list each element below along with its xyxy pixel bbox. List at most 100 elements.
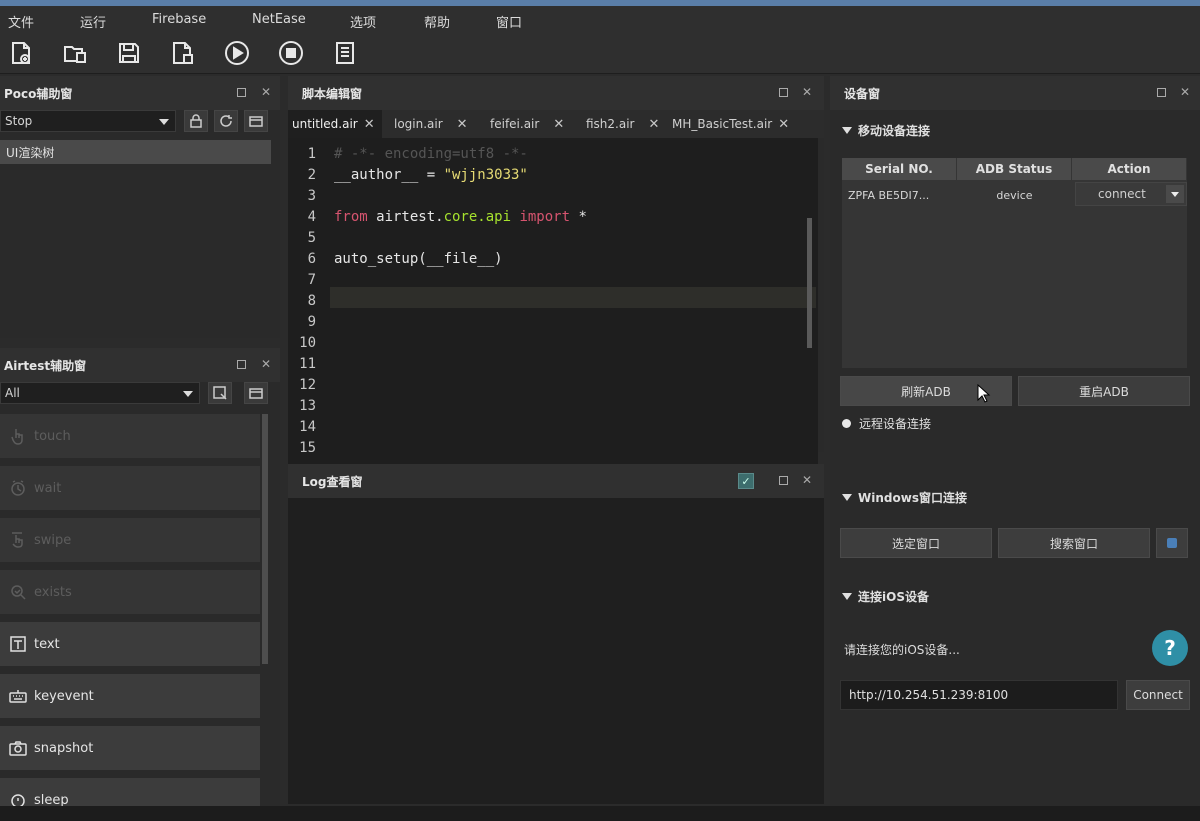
column-adb-status[interactable]: ADB Status [957,158,1072,180]
ios-section-toggle[interactable]: 连接iOS设备 [842,588,929,605]
tab-label: MH_BasicTest.air [672,117,773,131]
menu-run[interactable]: 运行 [80,12,106,31]
tab-mh-basictest[interactable]: MH_BasicTest.air ✕ [668,110,808,138]
device-action-value: connect [1098,187,1146,201]
code-keyword: from [334,209,368,225]
close-icon[interactable]: ✕ [457,117,468,132]
api-item-snapshot[interactable]: snapshot [0,726,260,774]
search-window-button[interactable]: 搜索窗口 [998,528,1150,558]
api-item-label: swipe [34,532,72,548]
touch-icon [8,426,28,446]
lock-icon[interactable] [184,110,208,132]
device-panel-title: 设备窗 [844,86,881,101]
log-output[interactable] [288,498,824,804]
menubar: 文件 运行 Firebase NetEase 选项 帮助 窗口 [0,6,1200,34]
menu-firebase[interactable]: Firebase [152,12,206,27]
api-item-text[interactable]: text [0,622,260,670]
select-window-button[interactable]: 选定窗口 [840,528,992,558]
tab-label: untitled.air [292,117,358,131]
windows-section-toggle[interactable]: Windows窗口连接 [842,489,967,506]
restart-adb-button[interactable]: 重启ADB [1018,376,1190,406]
airtest-filter-select[interactable]: All [0,382,200,404]
run-icon[interactable] [222,38,252,68]
tab-label: fish2.air [586,117,635,131]
triangle-down-icon [842,494,852,501]
help-icon[interactable]: ? [1152,630,1188,666]
report-icon[interactable] [330,38,360,68]
line-number: 8 [307,293,316,309]
float-icon[interactable] [234,357,248,371]
ios-connect-button[interactable]: Connect [1126,680,1190,710]
api-item-touch[interactable]: touch [0,414,260,462]
filter-checkbox-icon[interactable]: ✓ [738,473,754,489]
magnifier-icon [8,582,28,602]
refresh-icon[interactable] [214,110,238,132]
poco-panel: Poco辅助窗 ✕ Stop UI渲染树 [0,76,280,338]
screenshot-icon[interactable] [244,110,268,132]
menu-window[interactable]: 窗口 [496,12,522,31]
poco-mode-select[interactable]: Stop [0,110,176,132]
line-number: 13 [299,398,316,414]
timer-icon [8,790,28,806]
airtest-filter-value: All [5,386,20,400]
menu-options[interactable]: 选项 [350,12,376,31]
float-icon[interactable] [1154,85,1168,99]
record-icon[interactable] [208,382,232,404]
api-item-keyevent[interactable]: keyevent [0,674,260,722]
close-icon[interactable]: ✕ [1178,85,1192,99]
chevron-down-icon [159,119,169,125]
close-icon[interactable]: ✕ [778,117,789,132]
editor-scrollbar[interactable] [807,218,812,348]
api-item-swipe[interactable]: swipe [0,518,260,566]
camera-icon [8,738,28,758]
tab-login[interactable]: login.air ✕ [390,110,478,138]
device-action-select[interactable]: connect [1075,182,1187,206]
editor-tabbar: untitled.air ✕ login.air ✕ feifei.air ✕ fis… [288,110,824,138]
menu-help[interactable]: 帮助 [424,12,450,31]
close-icon[interactable]: ✕ [364,117,375,132]
ios-prompt: 请连接您的iOS设备... [844,643,960,657]
tab-untitled[interactable]: untitled.air ✕ [288,110,382,138]
close-icon[interactable]: ✕ [649,117,660,132]
gear-icon [1167,538,1177,548]
tab-feifei[interactable]: feifei.air ✕ [486,110,574,138]
close-icon[interactable]: ✕ [259,85,273,99]
tab-fish2[interactable]: fish2.air ✕ [582,110,666,138]
column-serial[interactable]: Serial NO. [842,158,957,180]
close-icon[interactable]: ✕ [553,117,564,132]
menu-netease[interactable]: NetEase [252,12,306,27]
ios-url-input[interactable]: http://10.254.51.239:8100 [840,680,1118,710]
api-item-label: wait [34,480,62,496]
api-item-exists[interactable]: exists [0,570,260,618]
api-item-sleep[interactable]: sleep [0,778,260,806]
mobile-section-toggle[interactable]: 移动设备连接 [842,122,930,139]
float-icon[interactable] [776,85,790,99]
code-line-setup: auto_setup(__file__) [334,251,503,267]
close-icon[interactable]: ✕ [259,357,273,371]
save-as-icon[interactable] [168,38,198,68]
airtest-scrollbar[interactable] [262,414,268,664]
line-number: 6 [307,251,316,267]
stop-icon[interactable] [276,38,306,68]
menu-file[interactable]: 文件 [8,12,34,31]
triangle-down-icon [842,593,852,600]
float-icon[interactable] [234,85,248,99]
float-icon[interactable] [776,473,790,487]
code-token: __author__ = [334,167,444,183]
mouse-cursor-icon [977,384,991,403]
close-icon[interactable]: ✕ [800,473,814,487]
remote-section-toggle[interactable]: 远程设备连接 [842,415,931,432]
device-serial: ZPFA BE5DI7... [848,188,930,202]
api-item-wait[interactable]: wait [0,466,260,514]
ui-tree-root[interactable]: UI渲染树 [0,140,271,164]
screenshot-icon[interactable] [244,382,268,404]
save-icon[interactable] [114,38,144,68]
open-folder-icon[interactable] [60,38,90,68]
line-number: 12 [299,377,316,393]
line-number: 10 [299,335,316,351]
window-settings-button[interactable] [1156,528,1188,558]
new-file-icon[interactable] [6,38,36,68]
column-action[interactable]: Action [1072,158,1187,180]
line-number: 3 [307,188,316,204]
close-icon[interactable]: ✕ [800,85,814,99]
